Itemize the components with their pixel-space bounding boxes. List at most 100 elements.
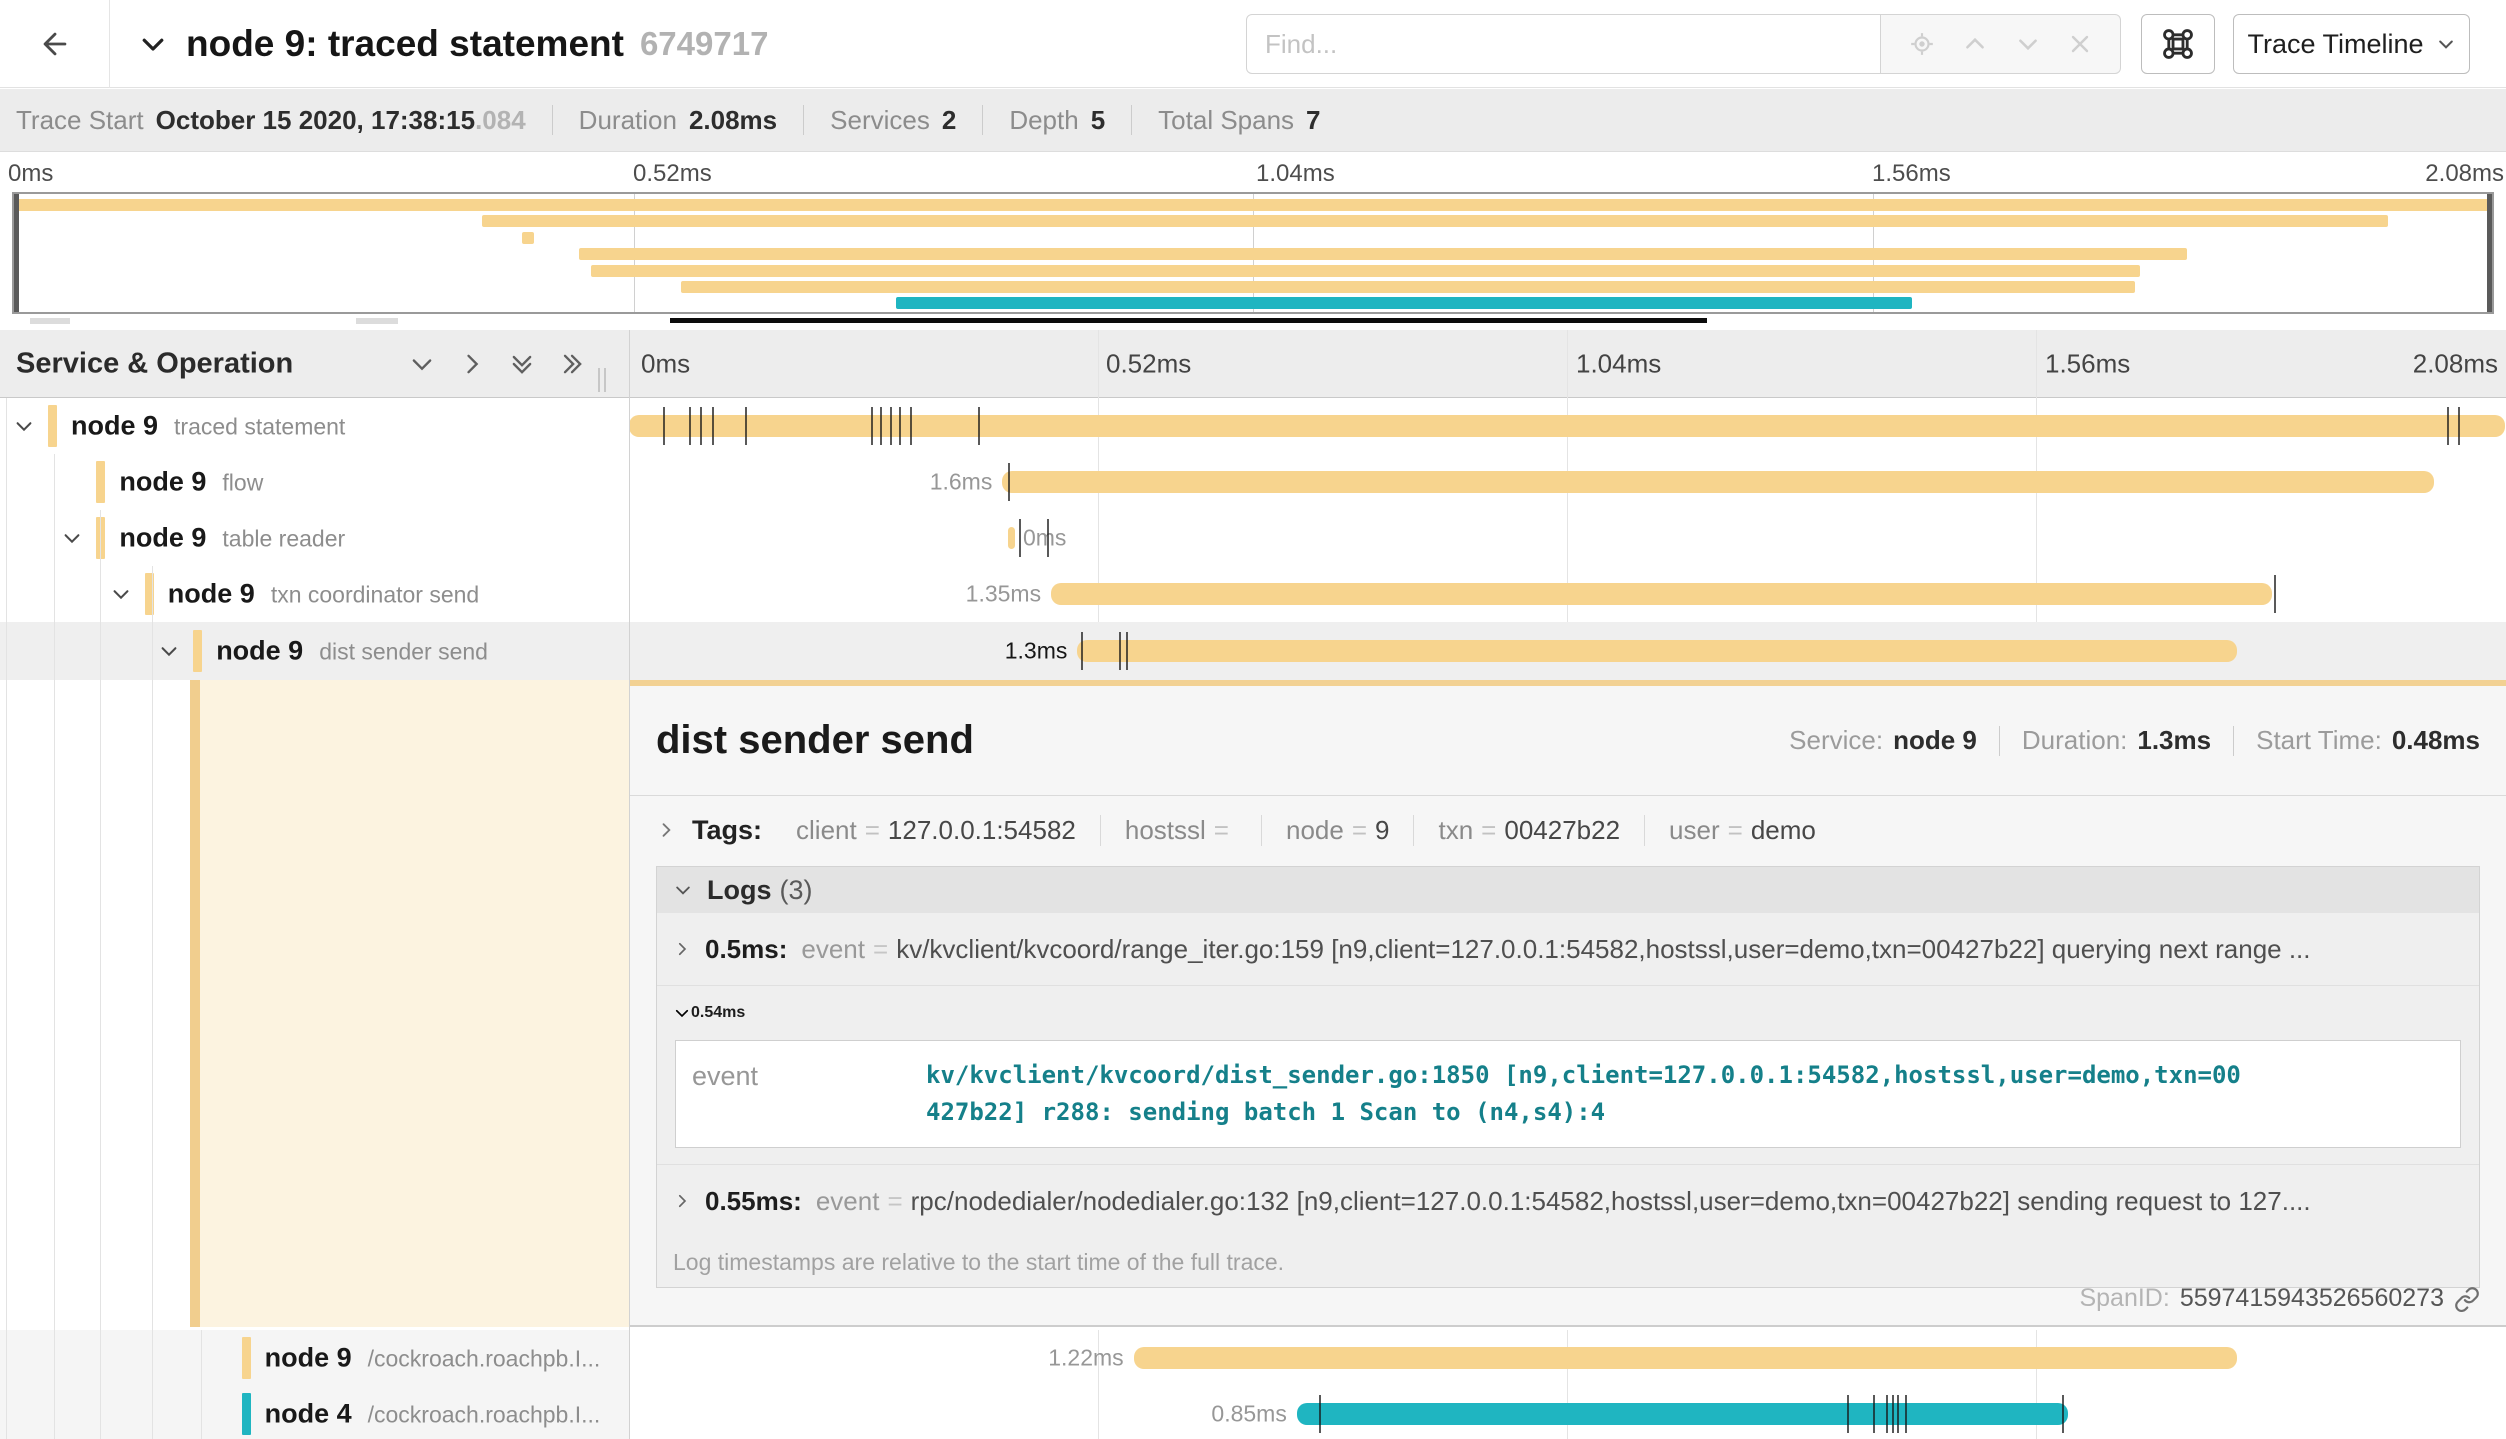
span-name-cell[interactable]: node 9 /cockroach.roachpb.I... — [0, 1330, 629, 1386]
span-timeline-cell[interactable]: 1.6ms — [629, 454, 2505, 510]
tag-value: 9 — [1375, 815, 1389, 846]
chevron-down-icon[interactable] — [13, 415, 35, 437]
equals-sign: = — [1352, 815, 1367, 846]
column-resizer[interactable] — [598, 368, 612, 392]
span-timeline-cell[interactable]: 1.22ms — [629, 1330, 2505, 1386]
log-entry-expanded[interactable]: 0.54ms event kv/kvclient/kvcoord/dist_se… — [657, 985, 2479, 1165]
link-icon[interactable] — [2454, 1286, 2480, 1312]
span-timeline-cell[interactable] — [629, 398, 2505, 454]
span-row[interactable]: node 4 /cockroach.roachpb.I... 0.85ms — [0, 1386, 2506, 1439]
log-marker-tick — [1126, 632, 1128, 670]
tags-toggle-row[interactable]: Tags: client = 127.0.0.1:54582 hostssl =… — [630, 800, 2506, 860]
span-name-cell[interactable]: node 9 traced statement — [0, 398, 629, 454]
span-bar[interactable] — [1077, 640, 2236, 662]
minimap-scrubber[interactable] — [670, 318, 1707, 323]
locate-icon[interactable] — [1909, 31, 1935, 57]
span-bar[interactable] — [1134, 1347, 2237, 1369]
start-time-value: 0.48ms — [2392, 725, 2480, 756]
span-row[interactable]: node 9 /cockroach.roachpb.I... 1.22ms — [0, 1330, 2506, 1386]
log-expanded-header[interactable]: 0.54ms — [657, 986, 2479, 1040]
minimap-mark — [30, 318, 70, 324]
span-row[interactable]: node 9 txn coordinator send 1.35ms — [0, 566, 2506, 622]
service-value: node 9 — [1893, 725, 1977, 756]
column-divider[interactable] — [629, 330, 630, 1439]
tag-item: txn = 00427b22 — [1413, 815, 1644, 846]
arrow-left-icon — [38, 27, 72, 61]
logs-header[interactable]: Logs (3) — [657, 867, 2479, 913]
span-row[interactable]: node 9 flow 1.6ms — [0, 454, 2506, 510]
axis-tick: 2.08ms — [2413, 349, 2498, 380]
service-color-marker — [242, 1393, 251, 1435]
span-names: node 9 dist sender send — [216, 636, 488, 667]
log-timestamp: 0.5ms: — [705, 934, 787, 965]
span-bar[interactable] — [1051, 583, 2272, 605]
minimap-span-bar — [14, 199, 2492, 211]
span-row[interactable]: node 9 dist sender send 1.3ms — [0, 622, 2506, 680]
span-timeline-cell[interactable]: 1.3ms — [629, 622, 2505, 680]
chevron-down-icon[interactable] — [158, 640, 180, 662]
divider — [982, 105, 983, 135]
span-name-cell[interactable]: node 9 flow — [0, 454, 629, 510]
span-name-cell[interactable]: node 9 dist sender send — [0, 622, 629, 680]
span-bar[interactable] — [1008, 527, 1016, 549]
log-entry-collapsed[interactable]: 0.55ms: event = rpc/nodedialer/nodediale… — [657, 1165, 2479, 1237]
log-marker-tick — [700, 407, 702, 445]
back-button[interactable] — [0, 0, 110, 88]
trace-title-group[interactable]: node 9: traced statement 6749717 — [138, 0, 768, 88]
logs-title: Logs — [707, 875, 772, 906]
axis-tick: 1.04ms — [1576, 349, 1661, 380]
minimap-axis: 0ms 0.52ms 1.04ms 1.56ms 2.08ms — [0, 160, 2506, 188]
span-duration-label: 0.85ms — [1211, 1401, 1286, 1428]
log-marker-tick — [689, 407, 691, 445]
chevron-down-icon[interactable] — [61, 527, 83, 549]
span-duration-label: 1.3ms — [1005, 638, 1068, 665]
span-row[interactable]: node 9 traced statement — [0, 398, 2506, 454]
span-names: node 9 table reader — [119, 523, 345, 554]
chevron-down-icon[interactable] — [110, 583, 132, 605]
tag-item: hostssl = — [1100, 815, 1261, 846]
log-marker-tick — [1119, 632, 1121, 670]
tag-key: node — [1286, 815, 1344, 846]
collapse-all-icon[interactable] — [508, 350, 536, 378]
log-marker-tick — [2062, 1395, 2064, 1433]
span-row[interactable]: node 9 table reader 0ms — [0, 510, 2506, 566]
expand-one-icon[interactable] — [458, 350, 486, 378]
log-marker-tick — [1892, 1395, 1894, 1433]
span-names: node 9 /cockroach.roachpb.I... — [265, 1343, 601, 1374]
log-entry-collapsed[interactable]: 0.5ms: event = kv/kvclient/kvcoord/range… — [657, 913, 2479, 985]
span-timeline-cell[interactable]: 0.85ms — [629, 1386, 2505, 1439]
keyboard-shortcuts-button[interactable] — [2141, 14, 2215, 74]
minimap-right-handle[interactable] — [2487, 194, 2492, 312]
next-result-icon[interactable] — [2015, 31, 2041, 57]
tag-key: client — [796, 815, 857, 846]
span-timeline-cell[interactable]: 0ms — [629, 510, 2505, 566]
span-name-cell[interactable]: node 9 table reader — [0, 510, 629, 566]
span-name-cell[interactable]: node 4 /cockroach.roachpb.I... — [0, 1386, 629, 1439]
minimap-left-handle[interactable] — [14, 194, 19, 312]
span-name-cell[interactable]: node 9 txn coordinator send — [0, 566, 629, 622]
tag-key: user — [1669, 815, 1720, 846]
span-bar[interactable] — [1297, 1403, 2068, 1425]
minimap-canvas[interactable] — [12, 192, 2494, 314]
indent-guide — [201, 1330, 202, 1439]
span-detail-title: dist sender send — [656, 718, 974, 763]
equals-sign: = — [1214, 815, 1229, 846]
collapse-one-icon[interactable] — [408, 350, 436, 378]
view-selector-label: Trace Timeline — [2247, 29, 2423, 60]
span-timeline-cell[interactable]: 1.35ms — [629, 566, 2505, 622]
clear-search-icon[interactable] — [2068, 32, 2092, 56]
view-selector-button[interactable]: Trace Timeline — [2233, 14, 2470, 74]
operation-name: dist sender send — [319, 639, 488, 666]
trace-timeline-page: node 9: traced statement 6749717 — [0, 0, 2506, 1439]
indent-guide — [152, 566, 153, 1439]
divider — [552, 105, 553, 135]
logs-section: Logs (3) 0.5ms: event = kv/kvclient/kvco… — [656, 866, 2480, 1288]
expand-all-icon[interactable] — [558, 350, 586, 378]
duration-label: Duration — [579, 105, 677, 136]
operation-name: flow — [222, 470, 263, 497]
prev-result-icon[interactable] — [1962, 31, 1988, 57]
find-input[interactable] — [1246, 14, 1881, 74]
chevron-down-icon — [673, 1004, 691, 1022]
span-bar[interactable] — [1002, 471, 2433, 493]
log-event-table: event kv/kvclient/kvcoord/dist_sender.go… — [675, 1040, 2461, 1148]
